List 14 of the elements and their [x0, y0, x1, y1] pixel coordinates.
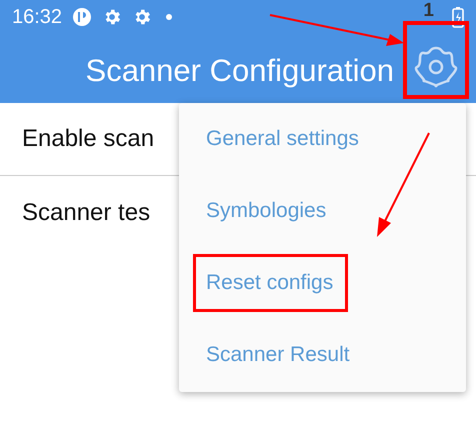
app-icon	[72, 7, 92, 27]
list-item[interactable]: Enable scan	[22, 125, 154, 153]
list-item[interactable]: Scanner tes	[22, 198, 150, 226]
app-title: Scanner Configuration	[86, 52, 394, 88]
menu-item[interactable]: Scanner Result	[193, 326, 365, 384]
notification-dot-icon	[166, 14, 172, 20]
menu-item[interactable]: General settings	[193, 110, 374, 168]
settings-button[interactable]	[403, 21, 469, 99]
menu-item[interactable]: Symbologies	[193, 182, 342, 240]
status-time: 16:32	[12, 6, 62, 28]
menu-item[interactable]: Reset configs	[193, 254, 348, 312]
battery-icon	[452, 6, 464, 28]
settings-icon	[413, 44, 459, 90]
status-text: 1	[423, 1, 434, 20]
